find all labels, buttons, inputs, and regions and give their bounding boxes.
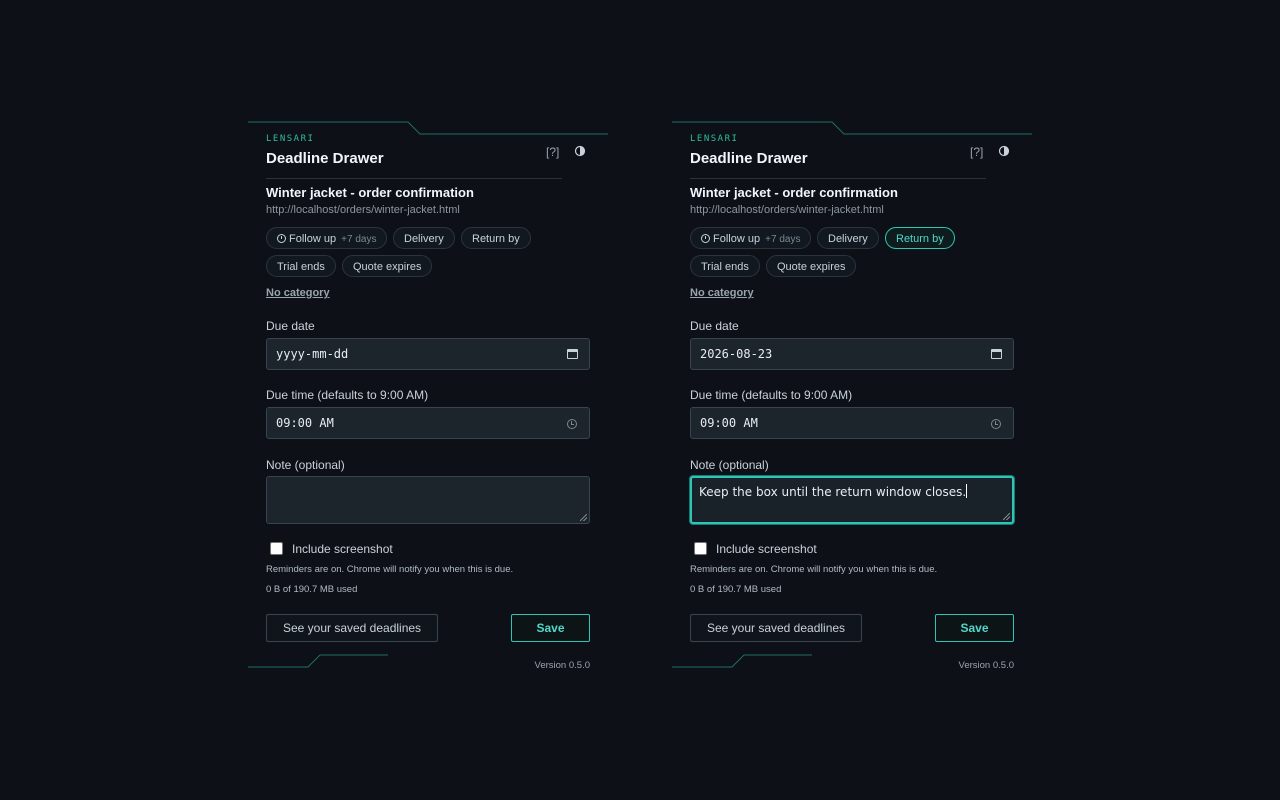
preset-quote-expires[interactable]: Quote expires xyxy=(342,255,433,277)
due-date-input[interactable]: yyyy-mm-dd xyxy=(266,338,590,370)
app-title: Deadline Drawer xyxy=(690,150,808,167)
contrast-icon[interactable] xyxy=(574,145,586,157)
preset-delivery[interactable]: Delivery xyxy=(817,227,879,249)
due-time-input[interactable]: 09:00 AM xyxy=(690,407,1014,439)
due-time-value: 09:00 AM xyxy=(276,416,334,430)
preset-label: Trial ends xyxy=(701,261,749,273)
preset-label: Delivery xyxy=(404,233,444,245)
reminder-hint: Reminders are on. Chrome will notify you… xyxy=(690,564,938,575)
note-value: Keep the box until the return window clo… xyxy=(699,485,967,499)
preset-trial-ends[interactable]: Trial ends xyxy=(266,255,336,277)
brand-label: LENSARI xyxy=(266,134,315,144)
preset-offset: +7 days xyxy=(765,234,801,245)
deadline-drawer-panel-empty: LENSARI Deadline Drawer [?] Winter jacke… xyxy=(248,120,608,671)
preset-offset: +7 days xyxy=(341,234,377,245)
clock-icon xyxy=(701,234,710,243)
preset-trial-ends[interactable]: Trial ends xyxy=(690,255,760,277)
help-button[interactable]: [?] xyxy=(546,145,559,159)
include-screenshot-label: Include screenshot xyxy=(716,542,817,556)
preset-label: Return by xyxy=(472,233,520,245)
due-time-label: Due time (defaults to 9:00 AM) xyxy=(266,388,429,402)
see-saved-deadlines-button[interactable]: See your saved deadlines xyxy=(690,614,862,642)
contrast-icon[interactable] xyxy=(998,145,1010,157)
calendar-icon[interactable] xyxy=(567,349,578,359)
page-url: http://localhost/orders/winter-jacket.ht… xyxy=(266,204,460,216)
page-title: Winter jacket - order confirmation xyxy=(690,185,898,200)
note-label: Note (optional) xyxy=(690,458,769,472)
app-title: Deadline Drawer xyxy=(266,150,384,167)
title-divider xyxy=(690,178,986,179)
preset-label: Quote expires xyxy=(353,261,422,273)
text-caret xyxy=(966,484,968,498)
clock-icon[interactable] xyxy=(991,419,1001,429)
no-category-link[interactable]: No category xyxy=(266,287,330,299)
preset-label: Delivery xyxy=(828,233,868,245)
version-label: Version 0.5.0 xyxy=(534,660,590,671)
preset-return-by[interactable]: Return by xyxy=(461,227,531,249)
storage-usage: 0 B of 190.7 MB used xyxy=(266,584,358,595)
save-button[interactable]: Save xyxy=(935,614,1014,642)
preset-label: Trial ends xyxy=(277,261,325,273)
preset-label: Follow up xyxy=(713,233,761,245)
preset-label: Follow up xyxy=(289,233,337,245)
page-title: Winter jacket - order confirmation xyxy=(266,185,474,200)
preset-label: Quote expires xyxy=(777,261,846,273)
preset-return-by[interactable]: Return by xyxy=(885,227,955,249)
preset-delivery[interactable]: Delivery xyxy=(393,227,455,249)
resize-grip-icon[interactable] xyxy=(1003,513,1010,520)
clock-icon[interactable] xyxy=(567,419,577,429)
note-label: Note (optional) xyxy=(266,458,345,472)
due-date-input[interactable]: 2026-08-23 xyxy=(690,338,1014,370)
storage-usage: 0 B of 190.7 MB used xyxy=(690,584,782,595)
calendar-icon[interactable] xyxy=(991,349,1002,359)
include-screenshot-checkbox[interactable] xyxy=(694,542,707,555)
save-button[interactable]: Save xyxy=(511,614,590,642)
version-label: Version 0.5.0 xyxy=(958,660,1014,671)
deadline-drawer-panel-filled: LENSARI Deadline Drawer [?] Winter jacke… xyxy=(672,120,1032,671)
reminder-hint: Reminders are on. Chrome will notify you… xyxy=(266,564,514,575)
due-time-value: 09:00 AM xyxy=(700,416,758,430)
title-divider xyxy=(266,178,562,179)
preset-follow-up[interactable]: Follow up +7 days xyxy=(690,227,812,249)
see-saved-deadlines-button[interactable]: See your saved deadlines xyxy=(266,614,438,642)
due-date-value: yyyy-mm-dd xyxy=(276,347,349,361)
resize-grip-icon[interactable] xyxy=(580,514,587,521)
include-screenshot-checkbox[interactable] xyxy=(270,542,283,555)
note-textarea[interactable] xyxy=(266,476,590,524)
include-screenshot-label: Include screenshot xyxy=(292,542,393,556)
stage: LENSARI Deadline Drawer [?] Winter jacke… xyxy=(0,0,1280,800)
due-date-label: Due date xyxy=(690,319,739,333)
clock-icon xyxy=(277,234,286,243)
due-date-value: 2026-08-23 xyxy=(700,347,773,361)
due-date-label: Due date xyxy=(266,319,315,333)
preset-quote-expires[interactable]: Quote expires xyxy=(766,255,857,277)
page-url: http://localhost/orders/winter-jacket.ht… xyxy=(690,204,884,216)
note-textarea[interactable]: Keep the box until the return window clo… xyxy=(690,476,1014,524)
preset-follow-up[interactable]: Follow up +7 days xyxy=(266,227,388,249)
no-category-link[interactable]: No category xyxy=(690,287,754,299)
due-time-label: Due time (defaults to 9:00 AM) xyxy=(690,388,853,402)
preset-label: Return by xyxy=(896,233,944,245)
help-button[interactable]: [?] xyxy=(970,145,983,159)
brand-label: LENSARI xyxy=(690,134,739,144)
due-time-input[interactable]: 09:00 AM xyxy=(266,407,590,439)
